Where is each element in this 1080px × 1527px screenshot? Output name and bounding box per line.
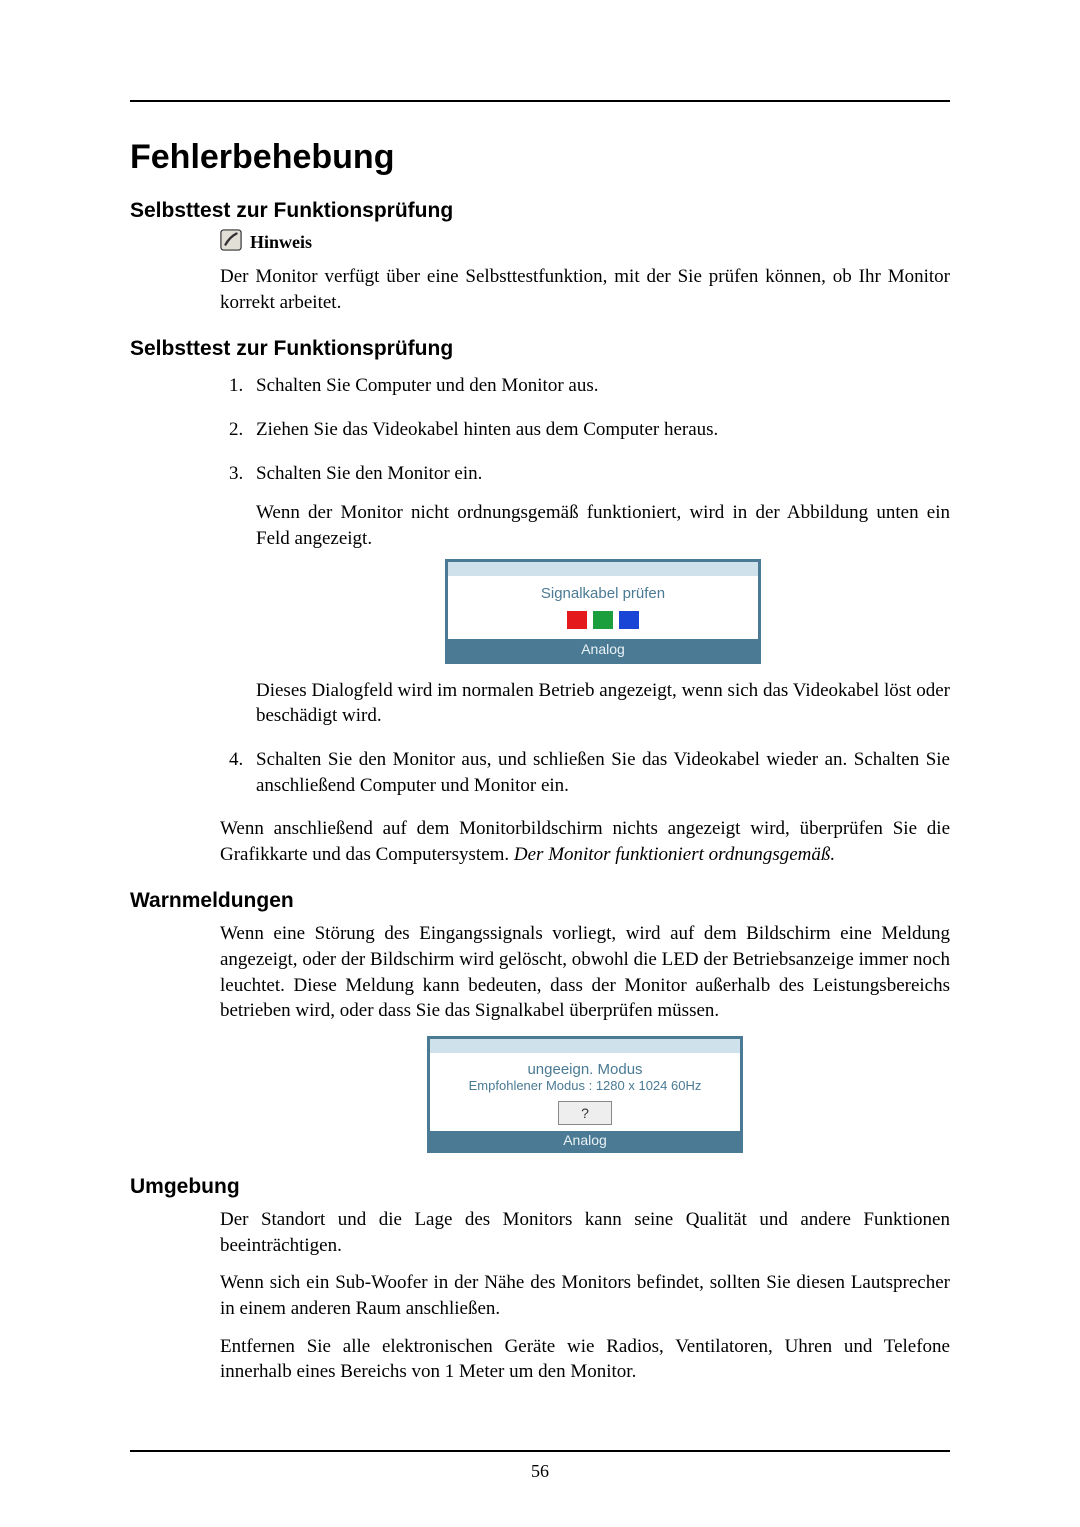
osd-dialog-2: ungeeign. Modus Empfohlener Modus : 1280… — [427, 1036, 743, 1153]
blue-square-icon — [619, 611, 639, 629]
list-item-para: Wenn der Monitor nicht ordnungsgemäß fun… — [256, 500, 950, 551]
list-item-text: Schalten Sie Computer und den Monitor au… — [256, 375, 598, 396]
osd-dialog-1: Signalkabel prüfen Analog — [445, 559, 761, 663]
warnings-block: Wenn eine Störung des Eingangssignals vo… — [130, 921, 950, 1153]
list-item: Ziehen Sie das Videokabel hinten aus dem… — [248, 417, 950, 443]
osd-dialog-2-wrap: ungeeign. Modus Empfohlener Modus : 1280… — [220, 1036, 950, 1153]
list-item: Schalten Sie den Monitor aus, und schlie… — [248, 747, 950, 798]
osd-top-bar — [448, 562, 758, 576]
osd-line2: Empfohlener Modus : 1280 x 1024 60Hz — [430, 1078, 740, 1093]
red-square-icon — [567, 611, 587, 629]
warnings-para: Wenn eine Störung des Eingangssignals vo… — [220, 921, 950, 1024]
section-heading-selftest-1: Selbsttest zur Funktionsprüfung — [130, 199, 950, 223]
bottom-divider — [130, 1450, 950, 1452]
osd-footer: Analog — [430, 1131, 740, 1150]
note-label: Hinweis — [250, 232, 312, 253]
list-item: Schalten Sie Computer und den Monitor au… — [248, 373, 950, 399]
page-number: 56 — [130, 1461, 950, 1482]
note-text: Der Monitor verfügt über eine Selbsttest… — [220, 264, 950, 315]
color-squares — [448, 611, 758, 629]
env-para-2: Wenn sich ein Sub-Woofer in der Nähe des… — [220, 1270, 950, 1321]
list-item-text: Schalten Sie den Monitor ein. — [256, 463, 482, 484]
section-heading-warnings: Warnmeldungen — [130, 889, 950, 913]
list-item-para: Dieses Dialogfeld wird im normalen Betri… — [256, 678, 950, 729]
closing-italic: Der Monitor funktioniert ordnungsgemäß. — [514, 844, 835, 865]
section-heading-environment: Umgebung — [130, 1175, 950, 1199]
osd-message: Signalkabel prüfen — [448, 584, 758, 604]
osd-question-box: ? — [558, 1101, 612, 1125]
list-item: Schalten Sie den Monitor ein. Wenn der M… — [248, 461, 950, 729]
osd-line1: ungeeign. Modus — [430, 1061, 740, 1078]
list-item-text: Ziehen Sie das Videokabel hinten aus dem… — [256, 419, 718, 440]
document-page: Fehlerbehebung Selbsttest zur Funktionsp… — [0, 0, 1080, 1527]
osd-top-bar — [430, 1039, 740, 1053]
green-square-icon — [593, 611, 613, 629]
osd-qmark-wrap: ? — [430, 1101, 740, 1125]
ordered-list: Schalten Sie Computer und den Monitor au… — [130, 373, 950, 798]
top-divider — [130, 100, 950, 102]
note-icon — [220, 229, 242, 256]
list-item-text: Schalten Sie den Monitor aus, und schlie… — [256, 749, 950, 796]
env-para-1: Der Standort und die Lage des Monitors k… — [220, 1207, 950, 1258]
osd-footer: Analog — [448, 639, 758, 661]
page-title: Fehlerbehebung — [130, 138, 950, 177]
closing-paragraph: Wenn anschließend auf dem Monitorbildsch… — [130, 816, 950, 867]
note-row: Hinweis — [220, 229, 950, 256]
osd-dialog-1-wrap: Signalkabel prüfen Analog — [256, 559, 950, 663]
env-para-3: Entfernen Sie alle elektronischen Geräte… — [220, 1334, 950, 1385]
section-heading-selftest-2: Selbsttest zur Funktionsprüfung — [130, 337, 950, 361]
environment-block: Der Standort und die Lage des Monitors k… — [130, 1207, 950, 1385]
note-block: Hinweis Der Monitor verfügt über eine Se… — [130, 229, 950, 315]
